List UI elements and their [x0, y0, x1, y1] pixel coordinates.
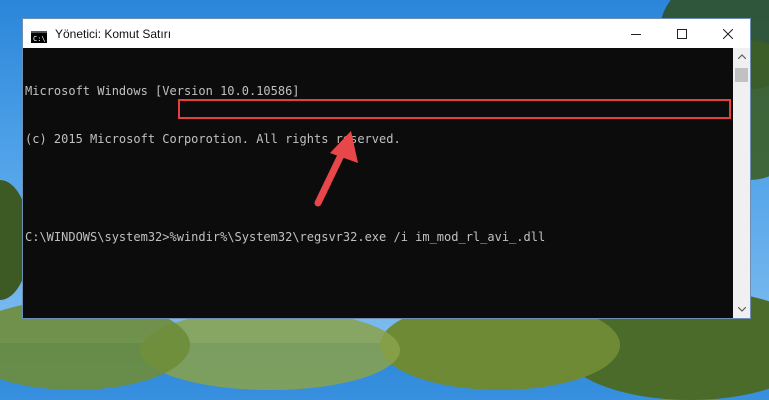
maximize-button[interactable] — [659, 19, 705, 48]
vertical-scrollbar[interactable] — [733, 48, 750, 318]
console-line: (c) 2015 Microsoft Corporotion. All righ… — [25, 132, 401, 146]
console-line: Microsoft Windows [Version 10.0.10586] — [25, 84, 300, 98]
chevron-up-icon — [737, 54, 746, 59]
title-bar[interactable]: C:\ Yönetici: Komut Satırı — [23, 19, 750, 48]
console-output[interactable]: Microsoft Windows [Version 10.0.10586] (… — [23, 48, 734, 318]
scroll-down-button[interactable] — [733, 301, 750, 318]
chevron-down-icon — [737, 307, 746, 312]
maximize-icon — [677, 28, 687, 39]
red-arrow-icon — [314, 131, 358, 207]
minimize-button[interactable] — [613, 19, 659, 48]
command-prompt: C:\WINDOWS\system32> — [25, 230, 170, 244]
command-prompt-window[interactable]: C:\ Yönetici: Komut Satırı Microsoft Win… — [22, 18, 751, 319]
cmd-icon: C:\ — [31, 28, 47, 43]
scroll-thumb[interactable] — [735, 68, 748, 82]
minimize-icon — [631, 33, 641, 35]
scroll-up-button[interactable] — [733, 48, 750, 65]
close-icon — [723, 28, 733, 39]
window-title: Yönetici: Komut Satırı — [55, 26, 172, 41]
command-highlight-box — [178, 99, 731, 119]
close-button[interactable] — [705, 19, 751, 48]
command-text[interactable]: %windir%\System32\regsvr32.exe /i im_mod… — [170, 230, 546, 244]
svg-text:C:\: C:\ — [33, 35, 46, 43]
